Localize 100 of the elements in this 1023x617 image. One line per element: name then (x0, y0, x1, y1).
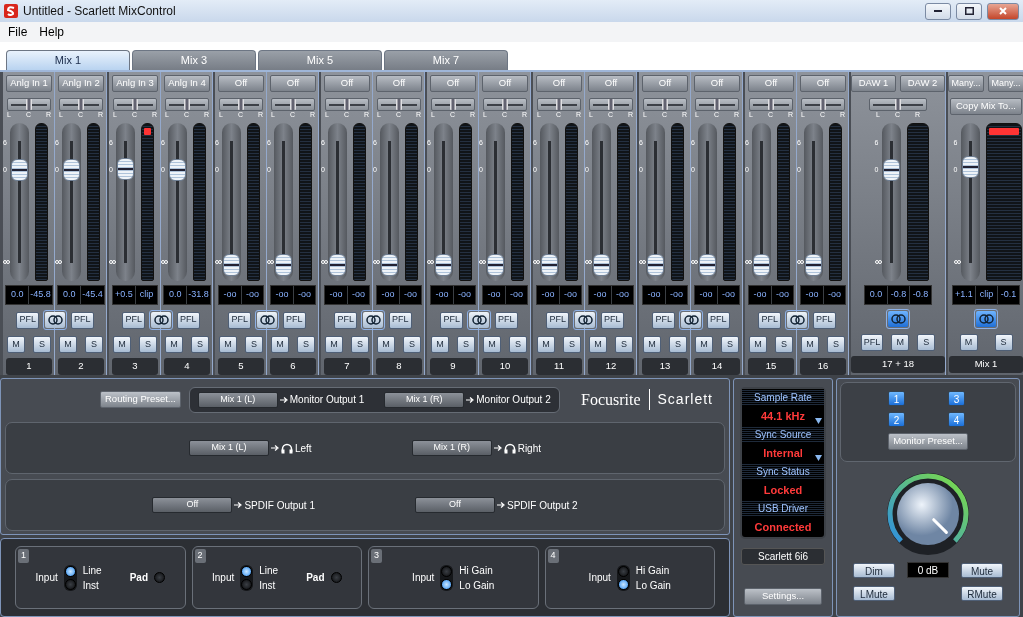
volume-fader[interactable] (960, 123, 980, 281)
pan-slider[interactable] (113, 98, 157, 111)
radio-button[interactable] (617, 565, 629, 577)
volume-fader[interactable] (10, 123, 29, 281)
stereo-link-button[interactable] (467, 310, 491, 331)
s-button[interactable]: S (721, 336, 739, 354)
stereo-link-button[interactable] (43, 310, 67, 331)
pan-slider[interactable] (325, 98, 369, 111)
output-source-dropdown[interactable]: Mix 1 (L) (197, 391, 278, 408)
stereo-link-button[interactable] (886, 308, 910, 329)
monitor-button[interactable]: RMute (961, 586, 1003, 601)
pfl-button[interactable]: PFL (228, 311, 251, 329)
volume-fader[interactable] (592, 123, 611, 281)
pfl-button[interactable]: PFL (71, 311, 94, 329)
speaker-button[interactable]: 1 (888, 391, 905, 406)
volume-fader[interactable] (486, 123, 505, 281)
volume-fader[interactable] (752, 123, 771, 281)
s-button[interactable]: S (85, 336, 103, 354)
pfl-button[interactable]: PFL (177, 311, 200, 329)
volume-fader[interactable] (881, 123, 901, 281)
s-button[interactable]: S (403, 336, 421, 354)
volume-fader[interactable] (274, 123, 293, 281)
pfl-button[interactable]: PFL (495, 311, 518, 329)
volume-fader[interactable] (646, 123, 665, 281)
pan-slider[interactable] (7, 98, 51, 111)
close-button[interactable] (987, 2, 1019, 20)
pan-slider[interactable] (869, 98, 927, 111)
s-button[interactable]: S (245, 336, 263, 354)
pan-slider[interactable] (695, 98, 739, 111)
s-button[interactable]: S (191, 336, 209, 354)
volume-fader[interactable] (698, 123, 717, 281)
s-button[interactable]: S (917, 334, 936, 351)
volume-fader[interactable] (328, 123, 347, 281)
pfl-button[interactable]: PFL (16, 311, 39, 329)
pan-slider[interactable] (377, 98, 421, 111)
stereo-link-button[interactable] (785, 310, 809, 331)
pan-slider[interactable] (483, 98, 527, 111)
pfl-button[interactable]: PFL (860, 334, 884, 351)
s-button[interactable]: S (33, 336, 51, 354)
mix-tab[interactable]: Mix 1 (6, 50, 130, 70)
pan-slider[interactable] (271, 98, 315, 111)
pfl-button[interactable]: PFL (813, 311, 836, 329)
m-button[interactable]: M (271, 336, 289, 354)
pfl-button[interactable]: PFL (601, 311, 624, 329)
volume-knob[interactable] (886, 472, 970, 556)
m-button[interactable]: M (643, 336, 661, 354)
output-source-dropdown[interactable]: Off (152, 497, 233, 513)
pan-slider[interactable] (643, 98, 687, 111)
output-source-dropdown[interactable]: Off (415, 497, 495, 513)
menu-item[interactable]: File (8, 23, 28, 41)
s-button[interactable]: S (139, 336, 157, 354)
volume-fader[interactable] (62, 123, 81, 281)
volume-fader[interactable] (540, 123, 559, 281)
pan-slider[interactable] (165, 98, 209, 111)
radio-button[interactable] (441, 565, 453, 577)
volume-fader[interactable] (116, 123, 135, 281)
m-button[interactable]: M (891, 334, 910, 351)
pfl-button[interactable]: PFL (652, 311, 675, 329)
pfl-button[interactable]: PFL (122, 311, 145, 329)
radio-button[interactable] (241, 578, 253, 590)
stereo-link-button[interactable] (361, 310, 385, 331)
radio-button[interactable] (441, 578, 453, 590)
minimize-button[interactable] (925, 2, 951, 20)
stereo-link-button[interactable] (679, 310, 703, 331)
stereo-link-button[interactable] (974, 308, 998, 329)
pan-slider[interactable] (749, 98, 793, 111)
volume-fader[interactable] (168, 123, 187, 281)
m-button[interactable]: M (113, 336, 131, 354)
volume-fader[interactable] (380, 123, 399, 281)
maximize-button[interactable] (956, 2, 982, 20)
volume-fader[interactable] (804, 123, 823, 281)
m-button[interactable]: M (7, 336, 25, 354)
speaker-button[interactable]: 3 (948, 391, 965, 406)
pad-toggle[interactable] (330, 572, 342, 583)
output-source-dropdown[interactable]: Mix 1 (L) (188, 440, 269, 456)
radio-button[interactable] (617, 578, 629, 590)
m-button[interactable]: M (537, 336, 555, 354)
stereo-link-button[interactable] (573, 310, 597, 331)
s-button[interactable]: S (509, 336, 527, 354)
volume-fader[interactable] (434, 123, 453, 281)
pfl-button[interactable]: PFL (440, 311, 463, 329)
m-button[interactable]: M (59, 336, 77, 354)
stereo-link-button[interactable] (255, 310, 279, 331)
pfl-button[interactable]: PFL (334, 311, 357, 329)
m-button[interactable]: M (325, 336, 343, 354)
pan-slider[interactable] (589, 98, 633, 111)
pfl-button[interactable]: PFL (758, 311, 781, 329)
m-button[interactable]: M (483, 336, 501, 354)
speaker-button[interactable]: 4 (948, 412, 965, 427)
s-button[interactable]: S (457, 336, 475, 354)
m-button[interactable]: M (589, 336, 607, 354)
s-button[interactable]: S (775, 336, 793, 354)
m-button[interactable]: M (749, 336, 767, 354)
s-button[interactable]: S (297, 336, 315, 354)
pan-slider[interactable] (537, 98, 581, 111)
pan-slider[interactable] (219, 98, 263, 111)
s-button[interactable]: S (615, 336, 633, 354)
radio-button[interactable] (64, 565, 76, 577)
s-button[interactable]: S (994, 334, 1013, 351)
pfl-button[interactable]: PFL (707, 311, 730, 329)
